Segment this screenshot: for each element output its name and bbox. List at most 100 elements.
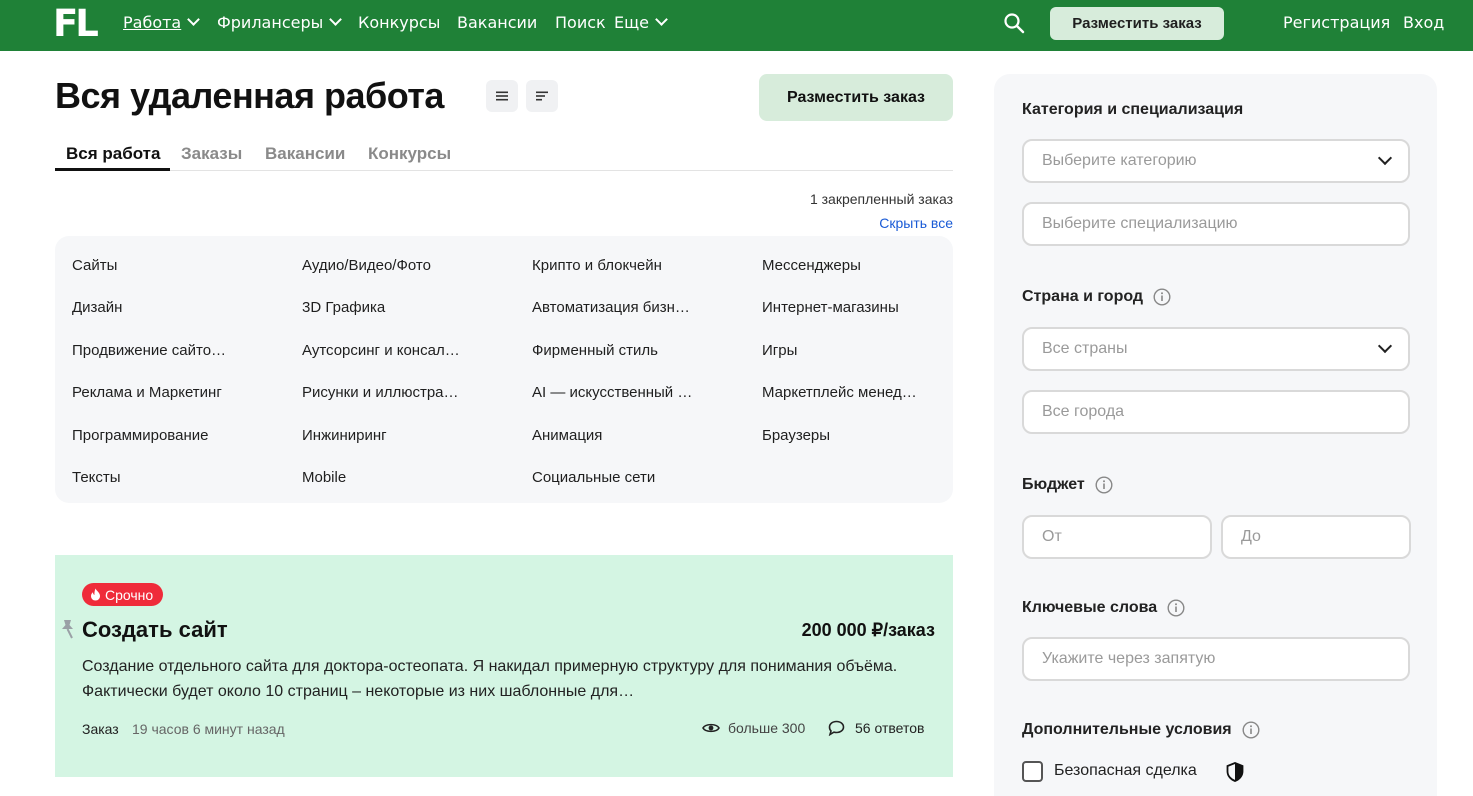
nav-item-more[interactable]: Еще	[614, 13, 668, 33]
views-count: больше 300	[728, 720, 806, 736]
nav-item-label: Поиск	[555, 13, 606, 32]
category-link[interactable]: AI — искусственный …	[532, 384, 692, 401]
answers-count: 56 ответов	[855, 720, 925, 736]
category-link[interactable]: Аутсорсинг и консал…	[302, 342, 460, 359]
nav-item-vacancies[interactable]: Вакансии	[457, 13, 537, 33]
header-post-order-button[interactable]: Разместить заказ	[1050, 7, 1224, 40]
chevron-down-icon	[1377, 150, 1393, 166]
work-type-tabs: Вся работа Заказы Вакансии Конкурсы	[55, 140, 953, 171]
nav-item-work[interactable]: Работа	[123, 13, 201, 33]
budget-to-input[interactable]: До	[1221, 515, 1411, 559]
list-view-toggle[interactable]	[486, 80, 518, 112]
category-select-placeholder: Выберите категорию	[1042, 152, 1197, 169]
compact-view-toggle[interactable]	[526, 80, 558, 112]
nav-item-contests[interactable]: Конкурсы	[358, 13, 440, 33]
specialization-select[interactable]: Выберите специализацию	[1022, 202, 1410, 246]
active-tab-indicator	[55, 168, 170, 171]
extra-conditions-label: Дополнительные условия	[1022, 721, 1260, 739]
project-description: Создание отдельного сайта для доктора-ос…	[82, 658, 898, 700]
tab-vacancies[interactable]: Вакансии	[265, 144, 345, 164]
category-link[interactable]: Маркетплейс менед…	[762, 384, 917, 401]
chevron-down-icon	[329, 13, 343, 26]
keywords-filter-label: Ключевые слова	[1022, 599, 1185, 617]
filters-sidebar: Категория и специализация Выберите катег…	[994, 74, 1437, 796]
fire-icon	[91, 588, 100, 601]
eye-icon	[702, 723, 720, 733]
specialization-select-placeholder: Выберите специализацию	[1042, 215, 1238, 232]
category-link[interactable]: Автоматизация бизн…	[532, 299, 690, 316]
fl-logo[interactable]: FL	[53, 5, 99, 43]
safe-deal-label[interactable]: Безопасная сделка	[1054, 762, 1197, 780]
category-link[interactable]: Браузеры	[762, 427, 830, 444]
tab-contests[interactable]: Конкурсы	[368, 144, 451, 164]
location-filter-label: Страна и город	[1022, 288, 1171, 306]
category-link[interactable]: Фирменный стиль	[532, 342, 658, 359]
nav-item-search[interactable]: Поиск	[555, 13, 606, 33]
extra-conditions-label-text: Дополнительные условия	[1022, 721, 1232, 738]
project-views: больше 300	[702, 720, 805, 736]
category-link[interactable]: Реклама и Маркетинг	[72, 384, 222, 401]
category-link[interactable]: Мессенджеры	[762, 257, 861, 274]
budget-from-input[interactable]: От	[1022, 515, 1212, 559]
comment-icon	[828, 720, 845, 736]
category-filter-label: Категория и специализация	[1022, 101, 1243, 119]
category-link[interactable]: Тексты	[72, 469, 121, 486]
nav-item-freelancers[interactable]: Фрилансеры	[217, 13, 343, 33]
category-link[interactable]: Mobile	[302, 469, 346, 486]
category-link[interactable]: 3D Графика	[302, 299, 385, 316]
info-icon[interactable]	[1153, 288, 1171, 306]
category-link[interactable]: Инжиниринг	[302, 427, 387, 444]
pinned-count: 1 закрепленный заказ	[809, 191, 953, 207]
tab-all-work[interactable]: Вся работа	[66, 144, 160, 164]
keywords-input-placeholder: Укажите через запятую	[1042, 650, 1216, 667]
keywords-input[interactable]: Укажите через запятую	[1022, 637, 1410, 681]
category-link[interactable]: Интернет-магазины	[762, 299, 899, 316]
list-view-icon	[496, 91, 508, 101]
category-link[interactable]: Рисунки и иллюстра…	[302, 384, 459, 401]
country-select-placeholder: Все страны	[1042, 340, 1128, 357]
country-select[interactable]: Все страны	[1022, 327, 1410, 371]
category-select[interactable]: Выберите категорию	[1022, 139, 1410, 183]
budget-filter-label: Бюджет	[1022, 476, 1113, 494]
category-link[interactable]: Продвижение сайто…	[72, 342, 226, 359]
tab-orders[interactable]: Заказы	[181, 144, 242, 164]
pin-icon	[62, 620, 73, 639]
info-icon[interactable]	[1095, 476, 1113, 494]
top-navbar: FL Работа Фрилансеры Конкурсы Вакансии П…	[0, 0, 1473, 51]
city-select-placeholder: Все города	[1042, 403, 1125, 420]
chevron-down-icon	[1377, 338, 1393, 354]
safe-deal-checkbox[interactable]	[1022, 761, 1043, 782]
hide-all-link[interactable]: Скрыть все	[879, 215, 953, 231]
register-link[interactable]: Регистрация	[1283, 13, 1390, 33]
project-answers[interactable]: 56 ответов	[828, 720, 924, 736]
keywords-filter-label-text: Ключевые слова	[1022, 599, 1158, 616]
project-card[interactable]: Срочно Создать сайт 200 000 ₽/заказ Созд…	[55, 555, 953, 777]
page-title: Вся удаленная работа	[55, 75, 444, 116]
category-link[interactable]: Сайты	[72, 257, 117, 274]
category-link[interactable]: Программирование	[72, 427, 208, 444]
post-order-button[interactable]: Разместить заказ	[759, 74, 953, 121]
nav-item-label: Еще	[614, 13, 650, 32]
category-link[interactable]: Социальные сети	[532, 469, 655, 486]
city-select[interactable]: Все города	[1022, 390, 1410, 434]
nav-item-label: Вакансии	[457, 13, 538, 32]
project-title[interactable]: Создать сайт	[82, 617, 228, 643]
info-icon[interactable]	[1167, 599, 1185, 617]
login-link[interactable]: Вход	[1403, 13, 1444, 33]
urgent-badge-label: Срочно	[105, 586, 154, 603]
nav-item-label: Конкурсы	[358, 13, 441, 32]
budget-from-placeholder: От	[1042, 528, 1062, 545]
nav-item-label: Фрилансеры	[217, 13, 324, 32]
category-grid: Сайты Дизайн Продвижение сайто… Реклама …	[55, 236, 953, 503]
nav-item-label: Работа	[123, 13, 182, 32]
search-icon[interactable]	[1003, 12, 1025, 34]
info-icon[interactable]	[1242, 721, 1260, 739]
category-link[interactable]: Игры	[762, 342, 797, 359]
category-link[interactable]: Анимация	[532, 427, 602, 444]
chevron-down-icon	[187, 13, 201, 26]
category-link[interactable]: Аудио/Видео/Фото	[302, 257, 431, 274]
project-time: 19 часов 6 минут назад	[132, 721, 285, 737]
chevron-down-icon	[655, 13, 668, 26]
category-link[interactable]: Дизайн	[72, 299, 122, 316]
category-link[interactable]: Крипто и блокчейн	[532, 257, 662, 274]
